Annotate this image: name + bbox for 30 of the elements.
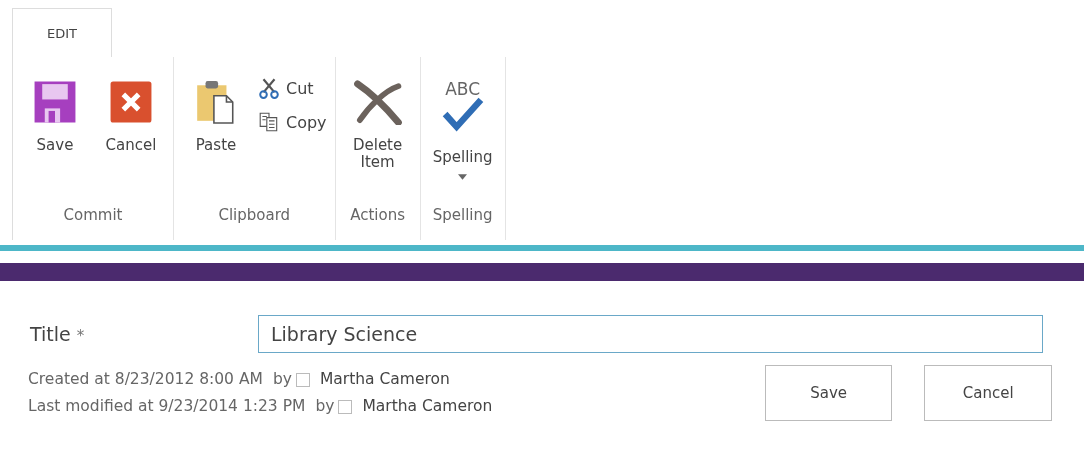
ribbon-button[interactable]: ABC Spelling xyxy=(426,75,499,184)
cancel-icon xyxy=(108,79,154,125)
input-field[interactable]: Library Science xyxy=(258,315,1043,353)
user-link[interactable]: Martha Cameron xyxy=(319,366,450,393)
ribbon-button[interactable]: Cut xyxy=(256,75,329,101)
group-label: Commit xyxy=(62,205,124,226)
by-text: by xyxy=(315,396,335,417)
group-label: Spelling xyxy=(431,205,494,226)
ribbon-button[interactable]: Copy xyxy=(256,109,329,135)
group-label: Actions xyxy=(349,205,406,226)
ribbon-tab[interactable]: EDIT xyxy=(12,8,112,57)
ribbon-button[interactable]: Paste xyxy=(180,75,252,158)
group-label: Clipboard xyxy=(217,205,292,226)
abc-text: ABC xyxy=(445,79,481,99)
copy-icon xyxy=(258,111,280,133)
presence-icon xyxy=(295,372,310,387)
ribbon-button[interactable]: Cancel xyxy=(95,75,167,158)
field-label: Title * xyxy=(30,323,86,345)
delete-icon xyxy=(352,79,403,125)
form-button[interactable]: Cancel xyxy=(924,365,1052,421)
by-text: by xyxy=(272,369,292,390)
ribbon-button[interactable]: Delete Item xyxy=(341,75,414,175)
save-icon xyxy=(32,79,78,125)
form-button[interactable]: Save xyxy=(764,365,893,421)
ribbon-button[interactable]: Save xyxy=(19,75,91,158)
scissors-icon xyxy=(258,77,280,99)
presence-icon xyxy=(338,399,353,414)
user-link[interactable]: Martha Cameron xyxy=(362,393,493,420)
timestamp-text: Created at 8/23/2012 8:00 AM xyxy=(28,369,263,390)
timestamp-text: Last modified at 9/23/2014 1:23 PM xyxy=(28,396,306,417)
